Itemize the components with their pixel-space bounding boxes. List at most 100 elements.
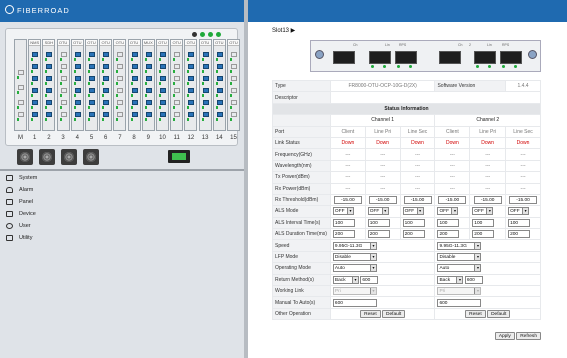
- chevron-down-icon: ▼: [486, 208, 493, 215]
- als-duration-input[interactable]: 200: [402, 230, 425, 239]
- als-duration-input[interactable]: 200: [472, 230, 495, 239]
- operating-mode-select[interactable]: Auto ▼: [437, 264, 482, 273]
- user-icon: [6, 223, 13, 229]
- rx-threshold-input[interactable]: -15.00: [403, 196, 432, 205]
- chassis-slot[interactable]: OTU: [227, 39, 240, 131]
- return-time-input[interactable]: 600: [360, 275, 379, 284]
- als-interval-input[interactable]: 100: [508, 218, 531, 227]
- chassis-slot[interactable]: OTU: [127, 39, 141, 131]
- refresh-button[interactable]: Refresh: [516, 332, 541, 340]
- sfp-cage[interactable]: [439, 51, 461, 64]
- power-supply-icon[interactable]: [168, 150, 190, 163]
- menu-item-panel[interactable]: Panel: [6, 196, 126, 208]
- speed-select[interactable]: 9.95G-11.3G ▼: [332, 241, 377, 250]
- chassis-slot[interactable]: [14, 39, 27, 131]
- chassis-slot[interactable]: OTU: [212, 39, 226, 131]
- return-method-select[interactable]: Back ▼: [437, 275, 464, 284]
- chassis-slot[interactable]: OTU: [184, 39, 198, 131]
- sfp-cage[interactable]: [369, 51, 391, 64]
- als-duration-input[interactable]: 200: [332, 230, 355, 239]
- fan-icon[interactable]: [17, 149, 33, 165]
- lfp-mode-select[interactable]: Disable ▼: [437, 253, 482, 262]
- als-mode-select[interactable]: OFF ▼: [402, 207, 424, 216]
- status-led: [102, 82, 105, 85]
- rx-threshold-input[interactable]: -15.00: [509, 196, 538, 205]
- chassis-slot[interactable]: OTU: [156, 39, 169, 131]
- als-interval-input[interactable]: 100: [402, 218, 425, 227]
- chassis-slot[interactable]: OTU: [70, 39, 84, 131]
- als-interval-input[interactable]: 100: [332, 218, 355, 227]
- working-link-select[interactable]: Pri ▼: [437, 287, 482, 296]
- als-interval-input[interactable]: 100: [367, 218, 390, 227]
- rx-threshold-input[interactable]: -15.00: [333, 196, 362, 205]
- port-icon: [46, 52, 53, 57]
- als-duration-input[interactable]: 200: [508, 230, 531, 239]
- default-button[interactable]: Default: [382, 310, 406, 318]
- menu-item-label: System: [19, 175, 38, 181]
- als-mode-select[interactable]: OFF ▼: [437, 207, 459, 216]
- port-icon: [145, 52, 152, 57]
- sfp-cage[interactable]: [500, 51, 522, 64]
- status-led: [397, 65, 400, 68]
- port-icon: [131, 100, 138, 105]
- sfp-cage[interactable]: [395, 51, 417, 64]
- als-duration-input[interactable]: 200: [367, 230, 390, 239]
- frequency-value: ---: [434, 148, 471, 161]
- fan-icon[interactable]: [39, 149, 55, 165]
- menu-item-alarm[interactable]: Alarm: [6, 184, 126, 196]
- als-mode-select[interactable]: OFF ▼: [508, 207, 530, 216]
- als-interval-input[interactable]: 100: [437, 218, 460, 227]
- port-value: Line Sec: [399, 125, 436, 138]
- fan-icon[interactable]: [83, 149, 99, 165]
- rx-threshold-input[interactable]: -15.00: [368, 196, 397, 205]
- link-status-label: Link Status: [272, 136, 331, 150]
- port-value: Client: [434, 125, 471, 138]
- rx-threshold-input[interactable]: -15.00: [473, 196, 502, 205]
- menu-item-utility[interactable]: Utility: [6, 232, 126, 244]
- return-method-select[interactable]: Back ▼: [332, 275, 359, 284]
- fan-icon[interactable]: [61, 149, 77, 165]
- manual-to-auto-input[interactable]: 600: [332, 298, 377, 307]
- als-mode-select[interactable]: OFF ▼: [472, 207, 494, 216]
- status-led: [215, 82, 218, 85]
- return-time-input[interactable]: 600: [464, 275, 483, 284]
- slot-header: OTU: [71, 40, 83, 46]
- module-label: Ch: [353, 43, 358, 47]
- lfp-mode-select[interactable]: Disable ▼: [332, 253, 377, 262]
- chassis-slot[interactable]: OTU: [85, 39, 98, 131]
- tx-power-value: ---: [434, 171, 471, 184]
- reset-button[interactable]: Reset: [465, 310, 486, 318]
- als-mode-select[interactable]: OFF ▼: [367, 207, 389, 216]
- rx-threshold-input[interactable]: -15.00: [438, 196, 467, 205]
- operating-mode-value: Auto: [439, 266, 450, 272]
- sfp-cage[interactable]: [474, 51, 496, 64]
- working-link-select[interactable]: Pri ▼: [332, 287, 377, 296]
- als-duration-input[interactable]: 200: [437, 230, 460, 239]
- status-led: [45, 118, 48, 121]
- menu-item-user[interactable]: User: [6, 220, 126, 232]
- frequency-value: ---: [469, 148, 507, 161]
- als-interval-input[interactable]: 100: [472, 218, 495, 227]
- port-icon: [188, 112, 195, 117]
- speed-select[interactable]: 9.95G-11.3G ▼: [437, 241, 482, 250]
- chassis-slot[interactable]: OTU: [170, 39, 184, 131]
- operating-mode-select[interactable]: Auto ▼: [332, 264, 377, 273]
- apply-button[interactable]: Apply: [494, 332, 515, 340]
- default-button[interactable]: Default: [487, 310, 511, 318]
- menu-item-system[interactable]: System: [6, 172, 126, 184]
- menu-item-device[interactable]: Device: [6, 208, 126, 220]
- chassis-slot[interactable]: OTU: [113, 39, 127, 131]
- chassis-slot[interactable]: OTU: [198, 39, 212, 131]
- chassis-slot[interactable]: MUX: [141, 39, 155, 131]
- als-mode-select[interactable]: OFF ▼: [332, 207, 354, 216]
- sfp-cage[interactable]: [333, 51, 355, 64]
- port-value: Line Pri: [364, 125, 401, 138]
- chassis-slot[interactable]: NMS: [28, 39, 42, 131]
- chassis-slot[interactable]: OTU: [99, 39, 113, 131]
- manual-to-auto-input[interactable]: 600: [437, 298, 482, 307]
- reset-button[interactable]: Reset: [360, 310, 381, 318]
- rx-power-value: ---: [364, 182, 401, 195]
- chevron-down-icon: ▼: [474, 265, 481, 272]
- chassis-slot[interactable]: OTU: [56, 39, 70, 131]
- chassis-slot[interactable]: SDH: [42, 39, 56, 131]
